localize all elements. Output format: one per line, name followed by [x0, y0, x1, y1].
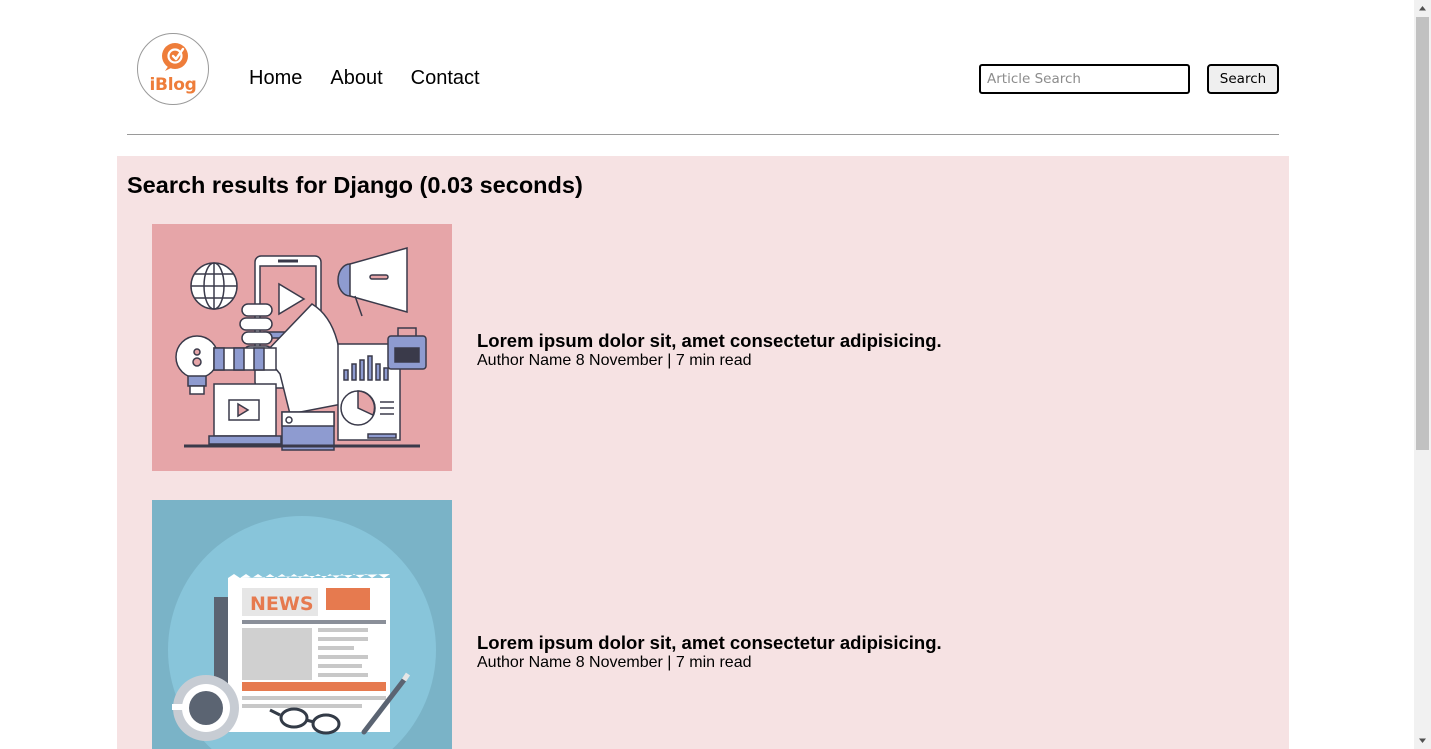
results-heading: Search results for Django (0.03 seconds)	[127, 172, 583, 198]
logo-bubble-icon	[162, 43, 188, 71]
awning-icon	[213, 347, 277, 371]
article-search-input[interactable]	[979, 64, 1190, 94]
nav-home-link[interactable]: Home	[249, 66, 302, 90]
article-title-link[interactable]: Lorem ipsum dolor sit, amet consectetur …	[477, 330, 942, 352]
main-nav: Home About Contact	[249, 66, 480, 90]
article-meta: Author Name 8 November | 7 min read	[477, 654, 752, 671]
logo-text: iBlog	[149, 75, 197, 95]
newspaper-icon: NEWS	[228, 574, 390, 732]
page: iBlog Home About Contact Search Search r…	[0, 0, 1414, 749]
scroll-thumb[interactable]	[1416, 17, 1429, 450]
nav-about-link[interactable]: About	[330, 66, 382, 90]
article-info: Lorem ipsum dolor sit, amet consectetur …	[477, 632, 942, 672]
nav-contact-link[interactable]: Contact	[411, 66, 480, 90]
iblog-logo[interactable]: iBlog	[137, 33, 209, 105]
scroll-down-arrow-icon[interactable]	[1414, 732, 1431, 749]
article-info: Lorem ipsum dolor sit, amet consectetur …	[477, 330, 942, 370]
article-meta: Author Name 8 November | 7 min read	[477, 352, 752, 369]
article-title-link[interactable]: Lorem ipsum dolor sit, amet consectetur …	[477, 632, 942, 654]
header-divider	[127, 134, 1279, 135]
scroll-up-arrow-icon[interactable]	[1414, 0, 1431, 17]
search-button[interactable]: Search	[1207, 64, 1279, 94]
laptop-icon	[208, 383, 282, 445]
newspaper-thumbnail[interactable]: NEWS	[152, 500, 452, 749]
globe-icon	[190, 262, 238, 310]
search-results-panel: Search results for Django (0.03 seconds)	[117, 156, 1289, 749]
vertical-scrollbar[interactable]	[1414, 0, 1431, 749]
digital-marketing-thumbnail[interactable]	[152, 224, 452, 471]
news-label: NEWS	[250, 593, 314, 615]
